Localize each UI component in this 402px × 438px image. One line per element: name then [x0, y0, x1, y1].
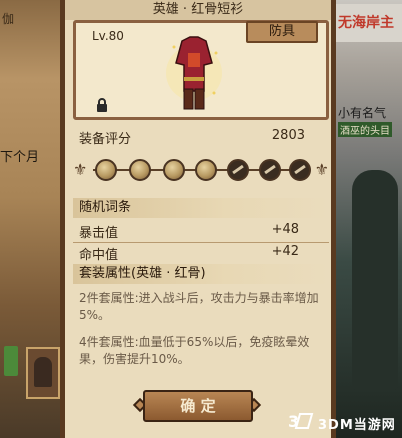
score-value: 2803 — [271, 128, 305, 143]
stat-value: +42 — [271, 244, 299, 259]
background-npc-figure — [352, 170, 398, 390]
fleur-icon: ⚜ — [73, 160, 88, 179]
background-npc-title: 小有名气 — [338, 106, 387, 120]
set-effect-4piece: 4件套属性:血量低于65%以后，免疫眩晕效果，伤害提升10%。 — [79, 335, 310, 366]
random-attributes-heading: 随机词条 — [73, 198, 329, 218]
gem-slot-row: ⚜ ⚜ — [73, 152, 329, 188]
item-type-tag: 防具 — [246, 21, 318, 43]
confirm-button[interactable]: 确 定 — [143, 390, 253, 422]
item-preview-box: Lv.80 防具 — [73, 20, 329, 120]
watermark-text: 3DM当游网 — [318, 418, 396, 433]
background-npc-subtitle: 酒巫的头目 — [338, 122, 392, 137]
stat-row: 命中值 +42 — [79, 244, 319, 263]
armor-shirt-icon[interactable] — [164, 33, 224, 113]
lock-icon[interactable] — [94, 97, 110, 113]
set-effect-2piece: 2件套属性:进入战斗后，攻击力与暴击率增加5%。 — [79, 291, 319, 322]
gem-slot[interactable] — [129, 159, 151, 181]
score-label: 装备评分 — [79, 132, 132, 147]
stat-value: +48 — [271, 222, 299, 237]
stat-divider — [73, 242, 329, 243]
equipment-score-row: 装备评分 2803 — [79, 128, 319, 148]
gem-slot[interactable] — [163, 159, 185, 181]
background-left-top-text: 伽 — [2, 12, 15, 26]
stat-name: 暴击值 — [79, 226, 119, 241]
background-left-text: 下个月 — [0, 150, 40, 165]
stat-name: 命中值 — [79, 248, 119, 263]
gem-slot-locked[interactable] — [227, 159, 249, 181]
item-title: 英雄 · 红骨短衫 — [65, 0, 331, 20]
stat-row: 暴击值 +48 — [79, 222, 319, 241]
item-detail-panel: 英雄 · 红骨短衫 Lv.80 防具 装备评分 2803 ⚜ ⚜ 随机词条 暴击… — [60, 0, 336, 438]
set-attributes-heading: 套装属性(英雄 · 红骨) — [73, 264, 329, 284]
gem-slot[interactable] — [195, 159, 217, 181]
gem-slot-locked[interactable] — [289, 159, 311, 181]
background-sign: 无海岸主 — [336, 4, 402, 42]
gem-slot-locked[interactable] — [259, 159, 281, 181]
fleur-icon: ⚜ — [314, 160, 329, 179]
background-portrait — [26, 347, 60, 399]
watermark-logo-icon: 3 — [288, 412, 314, 431]
background-cross-icon — [4, 346, 18, 376]
item-level: Lv.80 — [92, 29, 124, 43]
gem-slot[interactable] — [95, 159, 117, 181]
